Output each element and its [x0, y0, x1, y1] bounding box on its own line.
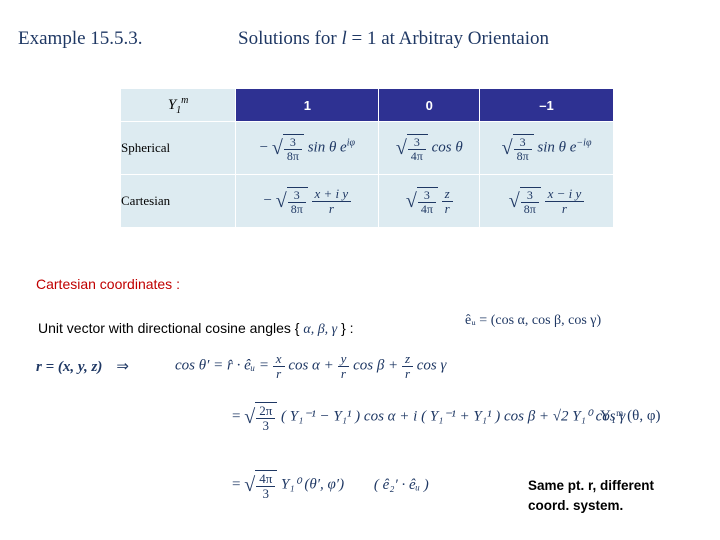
- header: Example 15.5.3. Solutions for l = 1 at A…: [18, 28, 708, 58]
- cell-cartesian-0: √ 3 4π zr: [378, 174, 481, 228]
- frac-den: 8π: [290, 201, 303, 216]
- term3-num: z: [401, 352, 413, 367]
- eq3-body: Y₁⁰ (θ′, φ′): [281, 476, 345, 493]
- term1-num: x: [272, 352, 285, 367]
- eq2-lead: =: [232, 408, 241, 425]
- sqrt-icon: √ 4π 3: [244, 470, 278, 501]
- term1-den: r: [276, 365, 282, 381]
- equation-line-2: = √ 2π 3 ( Y₁⁻¹ − Y₁¹ ) cos α + i ( Y₁⁻¹ +…: [232, 402, 625, 432]
- frac-num: 3: [287, 189, 306, 203]
- expr-sup: iφ: [346, 137, 356, 149]
- cos-theta-line: cos θ′ = r̂ · êᵤ = xr cos α + yr cos β +…: [175, 352, 446, 380]
- frac-den: 8π: [516, 148, 529, 163]
- eq2-body: ( Y₁⁻¹ − Y₁¹ ) cos α + i ( Y₁⁻¹ + Y₁¹ ) …: [281, 408, 626, 425]
- sign: −: [263, 192, 272, 209]
- inner-num: x + i y: [311, 187, 352, 202]
- unit-vector-greek: α, β, γ: [303, 322, 338, 337]
- corner-sup: m: [181, 94, 189, 106]
- term2-num: y: [337, 352, 350, 367]
- sqrt-icon: √ 3 8π: [276, 186, 308, 216]
- ylm-label: Y₁ᵐ (θ, φ): [600, 408, 661, 424]
- r-definition-line: r = (x, y, z) ⇒: [36, 357, 143, 376]
- sign: −: [259, 139, 269, 156]
- sqrt-icon: √ 3 8π: [272, 133, 304, 163]
- frac-num: 3: [520, 189, 539, 203]
- r-definition: r = (x, y, z): [36, 359, 103, 375]
- page-title: Solutions for l = 1 at Arbitray Orientai…: [238, 28, 549, 50]
- cell-cartesian-m1: − √ 3 8π x + i yr: [235, 174, 380, 228]
- row-label-cartesian: Cartesian: [119, 174, 237, 228]
- equation-line-3: = √ 4π 3 Y₁⁰ (θ′, φ′) ( ê₂′ · êᵤ ): [232, 470, 429, 500]
- eq3-lead: =: [232, 476, 241, 493]
- row-label-spherical: Spherical: [119, 121, 237, 175]
- cartesian-coordinates-heading: Cartesian coordinates :: [36, 276, 180, 292]
- table-col-header-0: 0: [378, 88, 481, 122]
- table-row: Cartesian − √ 3 8π x + i yr √ 3 4π zr √ 3 8π: [119, 174, 614, 228]
- note-block: Same pt. r, different coord. system.: [528, 476, 708, 515]
- slide-page: Example 15.5.3. Solutions for l = 1 at A…: [0, 0, 720, 540]
- frac-num: 3: [283, 136, 302, 150]
- note-line-2: coord. system.: [528, 497, 624, 513]
- unit-vector-line: Unit vector with directional cosine angl…: [38, 320, 354, 338]
- inner-num: z: [441, 187, 453, 202]
- frac-num: 3: [513, 136, 532, 150]
- unit-vector-pre: Unit vector with directional cosine angl…: [38, 320, 304, 336]
- expr: sin θ e: [307, 139, 347, 156]
- frac-den: 4π: [420, 201, 433, 216]
- term1-tail: cos α +: [288, 357, 334, 374]
- corner-sub: 1: [176, 104, 182, 116]
- unit-vector-post: } :: [337, 320, 354, 336]
- eq2-frac-num: 2π: [256, 404, 276, 419]
- table-row: Spherical − √ 3 8π sin θ eiφ √ 3 4π cos θ: [119, 121, 614, 175]
- example-label: Example 15.5.3.: [18, 28, 143, 49]
- note-line-1: Same pt. r, different: [528, 478, 655, 493]
- cell-spherical-0: √ 3 4π cos θ: [378, 121, 481, 175]
- table-col-header-minus1: –1: [479, 88, 614, 122]
- inner-num: x − i y: [544, 187, 585, 202]
- term3-den: r: [404, 365, 410, 381]
- title-post: = 1 at Arbitray Orientaion: [346, 28, 549, 49]
- term2-tail: cos β +: [353, 357, 399, 374]
- eq3-frac-num: 4π: [256, 472, 276, 487]
- inner-den: r: [444, 200, 450, 216]
- cos-line-lead: cos θ′ = r̂ · êᵤ =: [175, 357, 270, 374]
- frac-den: 8π: [286, 148, 299, 163]
- term2-den: r: [340, 365, 346, 381]
- sqrt-icon: √ 3 4π: [396, 133, 428, 163]
- frac-num: 3: [417, 189, 436, 203]
- expr: cos θ: [431, 139, 463, 156]
- term3-tail: cos γ: [416, 357, 447, 374]
- sqrt-icon: √ 3 8π: [502, 133, 534, 163]
- expr: sin θ e: [537, 139, 577, 156]
- implies-arrow-icon: ⇒: [116, 359, 129, 375]
- title-pre: Solutions for: [238, 28, 342, 49]
- corner-label: Y: [167, 96, 177, 113]
- inner-den: r: [561, 200, 567, 216]
- eq3-frac-den: 3: [262, 485, 269, 501]
- cell-spherical-mminus1: √ 3 8π sin θ e−iφ: [479, 121, 614, 175]
- table-corner-cell: Y1m: [119, 88, 237, 122]
- sqrt-icon: √ 2π 3: [244, 402, 278, 433]
- sqrt-icon: √ 3 4π: [406, 186, 438, 216]
- cell-cartesian-mminus1: √ 3 8π x − i yr: [479, 174, 614, 228]
- frac-den: 4π: [410, 148, 423, 163]
- eq3-tail: ( ê₂′ · êᵤ ): [373, 476, 429, 493]
- eu-definition: êᵤ = (cos α, cos β, cos γ): [465, 313, 602, 328]
- frac-num: 3: [407, 136, 426, 150]
- table-col-header-1: 1: [235, 88, 380, 122]
- table-header-row: Y1m 1 0 –1: [119, 88, 614, 122]
- cell-spherical-m1: − √ 3 8π sin θ eiφ: [235, 121, 380, 175]
- sqrt-icon: √ 3 8π: [509, 186, 541, 216]
- expr-sup: −iφ: [576, 137, 592, 149]
- inner-den: r: [328, 200, 334, 216]
- frac-den: 8π: [523, 201, 536, 216]
- eq2-frac-den: 3: [262, 417, 269, 433]
- solutions-table: Y1m 1 0 –1 Spherical − √ 3 8π sin θ eiφ √ 3…: [119, 88, 614, 228]
